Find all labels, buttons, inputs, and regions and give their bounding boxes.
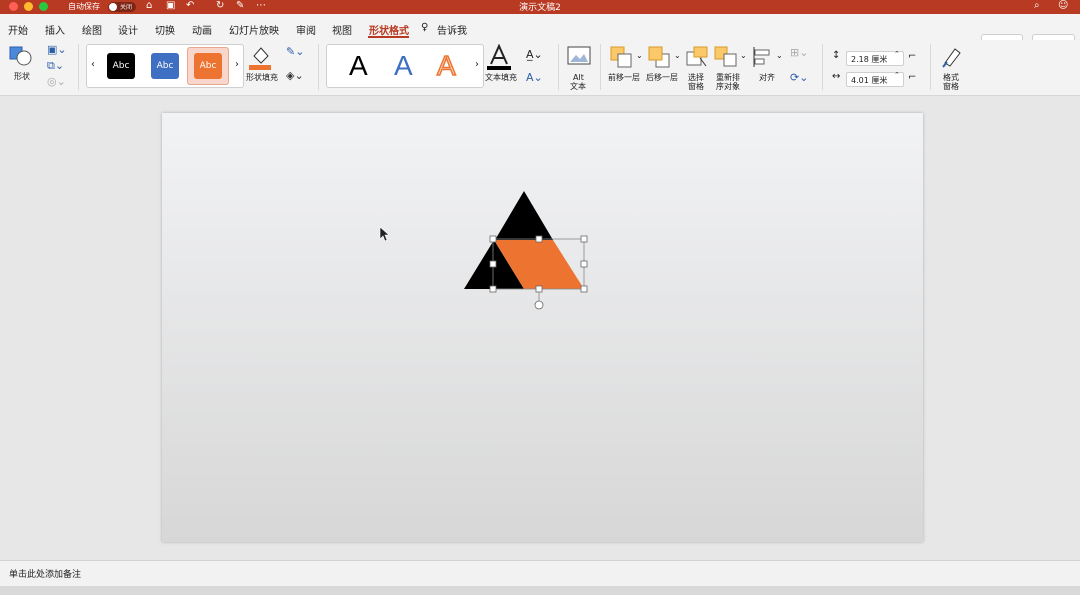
lock-aspect-icon[interactable]: ⌐ xyxy=(908,72,916,83)
selection-pane-icon[interactable] xyxy=(686,46,708,68)
send-backward-dropdown-icon[interactable]: ⌄ xyxy=(674,51,681,60)
format-pane-label: 格式 xyxy=(943,73,959,82)
wordart-gallery: A A A › xyxy=(326,44,484,88)
format-pane-icon[interactable] xyxy=(941,45,963,69)
group-icon[interactable]: ⊞⌄ xyxy=(790,46,808,59)
shape-height-icon: ↕ xyxy=(832,50,841,61)
top-black-triangle[interactable] xyxy=(495,191,553,240)
bring-forward-label: 前移一层 xyxy=(608,73,640,82)
bring-forward-icon[interactable] xyxy=(610,46,632,68)
tab-insert[interactable]: 插入 xyxy=(45,22,65,37)
format-pane-label-2: 窗格 xyxy=(943,82,959,91)
bring-forward-dropdown-icon[interactable]: ⌄ xyxy=(636,51,643,60)
text-fill-icon[interactable] xyxy=(486,44,512,70)
width-stepper-icon[interactable]: ⌃ xyxy=(894,71,900,79)
send-backward-label: 后移一层 xyxy=(646,73,678,82)
separator xyxy=(78,44,79,90)
tab-view[interactable]: 视图 xyxy=(332,22,352,37)
alt-text-icon[interactable] xyxy=(567,46,591,68)
tab-animations[interactable]: 动画 xyxy=(192,22,212,37)
tab-transitions[interactable]: 切换 xyxy=(155,22,175,37)
separator xyxy=(600,44,601,90)
reorder-objects-icon[interactable] xyxy=(714,46,738,68)
crop-icon[interactable]: ⌐ xyxy=(908,51,916,62)
account-icon[interactable]: ☺ xyxy=(1058,0,1068,11)
notes-placeholder: 单击此处添加备注 xyxy=(9,570,82,580)
tell-me-search[interactable]: 告诉我 xyxy=(437,22,467,37)
separator xyxy=(930,44,931,90)
ribbon-tabs: 开始 插入 绘图 设计 切换 动画 幻灯片放映 审阅 视图 形状格式 ♀ 告诉我… xyxy=(0,14,1080,52)
title-bar: 自动保存 关闭 ⌂ ▣ ↶ ↻ ✎ ⋯ 演示文稿2 ⌕ ☺ xyxy=(0,0,1080,14)
alt-text-label: Alt xyxy=(573,73,584,82)
edit-shape-icon[interactable]: ▣⌄ xyxy=(47,43,67,56)
tab-draw[interactable]: 绘图 xyxy=(82,22,102,37)
style-sample-black[interactable]: Abc xyxy=(107,53,135,79)
reorder-objects-label: 重新排 xyxy=(716,73,740,82)
reorder-dropdown-icon[interactable]: ⌄ xyxy=(740,51,747,60)
shapes-label: 形状 xyxy=(14,72,30,81)
shape-fill-icon[interactable] xyxy=(249,44,271,70)
gallery-prev-icon[interactable]: ‹ xyxy=(91,59,95,70)
shape-fill-label: 形状填充 xyxy=(246,73,278,82)
tab-home[interactable]: 开始 xyxy=(8,22,28,37)
merge-shapes-icon[interactable]: ◎⌄ xyxy=(47,75,66,88)
mouse-cursor-icon xyxy=(379,226,390,242)
rotate-icon[interactable]: ⟳⌄ xyxy=(790,71,808,84)
ribbon: 形状 ▣⌄ ⧉⌄ ◎⌄ ‹ Abc Abc Abc › 形状填充 ✎⌄ ◈⌄ A… xyxy=(0,40,1080,96)
shape-width-icon: ↔ xyxy=(832,71,841,82)
height-stepper-icon[interactable]: ⌃ xyxy=(894,50,900,58)
wordart-black[interactable]: A xyxy=(349,50,368,82)
document-title: 演示文稿2 xyxy=(519,3,561,13)
separator xyxy=(318,44,319,90)
separator xyxy=(822,44,823,90)
tab-slideshow[interactable]: 幻灯片放映 xyxy=(229,22,279,37)
tab-review[interactable]: 审阅 xyxy=(296,22,316,37)
text-outline-icon[interactable]: A̲⌄ xyxy=(526,48,543,61)
send-backward-icon[interactable] xyxy=(648,46,670,68)
gallery-next-icon[interactable]: › xyxy=(475,59,479,70)
shapes-icon[interactable] xyxy=(9,46,35,68)
reorder-objects-label-2: 序对象 xyxy=(716,82,740,91)
tab-design[interactable]: 设计 xyxy=(118,22,138,37)
shape-effects-icon[interactable]: ◈⌄ xyxy=(286,69,304,82)
selection-pane-label: 选择 xyxy=(688,73,704,82)
slide-shapes xyxy=(379,191,588,310)
wordart-orange-outline[interactable]: A xyxy=(436,49,456,82)
tell-me-icon[interactable]: ♀ xyxy=(421,22,428,33)
active-tab-underline xyxy=(368,36,409,38)
slide-canvas[interactable] xyxy=(162,113,923,542)
rotate-handle-icon[interactable] xyxy=(534,300,544,310)
align-dropdown-icon[interactable]: ⌄ xyxy=(776,51,783,60)
selection-pane-label-2: 窗格 xyxy=(688,82,704,91)
gallery-next-icon[interactable]: › xyxy=(235,59,239,70)
search-icon[interactable]: ⌕ xyxy=(1034,0,1040,11)
align-label: 对齐 xyxy=(759,73,775,82)
status-bar xyxy=(0,586,1080,595)
separator xyxy=(558,44,559,90)
style-sample-orange[interactable]: Abc xyxy=(194,53,222,79)
style-sample-blue[interactable]: Abc xyxy=(151,53,179,79)
shape-styles-gallery: ‹ Abc Abc Abc › xyxy=(86,44,244,88)
notes-pane[interactable]: 单击此处添加备注 xyxy=(0,560,1080,586)
text-effects-icon[interactable]: A⌄ xyxy=(526,71,543,84)
text-box-icon[interactable]: ⧉⌄ xyxy=(47,59,64,73)
tab-shape-format[interactable]: 形状格式 xyxy=(369,22,409,37)
wordart-blue[interactable]: A xyxy=(394,50,413,82)
shape-outline-icon[interactable]: ✎⌄ xyxy=(286,45,304,58)
alt-text-label-2: 文本 xyxy=(570,82,586,91)
align-icon[interactable] xyxy=(752,46,774,68)
text-fill-label: 文本填充 xyxy=(485,73,517,82)
